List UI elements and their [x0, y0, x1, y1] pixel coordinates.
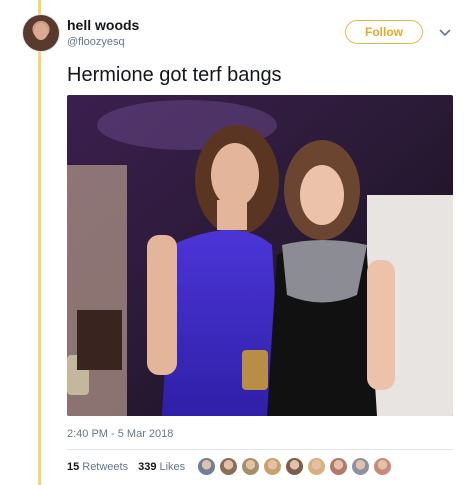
liker-avatar[interactable] — [241, 457, 260, 476]
avatar[interactable] — [22, 14, 60, 52]
liker-avatar[interactable] — [351, 457, 370, 476]
tweet-stats: 15 Retweets 339 Likes — [67, 461, 185, 473]
quote-accent-bar — [38, 0, 41, 485]
liker-avatar[interactable] — [373, 457, 392, 476]
liker-avatar[interactable] — [219, 457, 238, 476]
chevron-down-icon[interactable] — [438, 26, 452, 40]
tweet-photo[interactable] — [67, 95, 453, 416]
likes-stat[interactable]: 339 Likes — [138, 461, 185, 473]
liker-avatar[interactable] — [307, 457, 326, 476]
liker-avatar[interactable] — [285, 457, 304, 476]
liker-avatar[interactable] — [197, 457, 216, 476]
follow-button[interactable]: Follow — [345, 20, 423, 44]
divider — [67, 449, 453, 450]
liker-avatars[interactable] — [197, 457, 392, 476]
liker-avatar[interactable] — [263, 457, 282, 476]
tweet-timestamp[interactable]: 2:40 PM - 5 Mar 2018 — [67, 428, 173, 440]
tweet-text: Hermione got terf bangs — [67, 64, 282, 86]
user-handle[interactable]: @floozyesq — [67, 36, 125, 48]
display-name[interactable]: hell woods — [67, 17, 139, 33]
liker-avatar[interactable] — [329, 457, 348, 476]
retweets-stat[interactable]: 15 Retweets — [67, 461, 128, 473]
